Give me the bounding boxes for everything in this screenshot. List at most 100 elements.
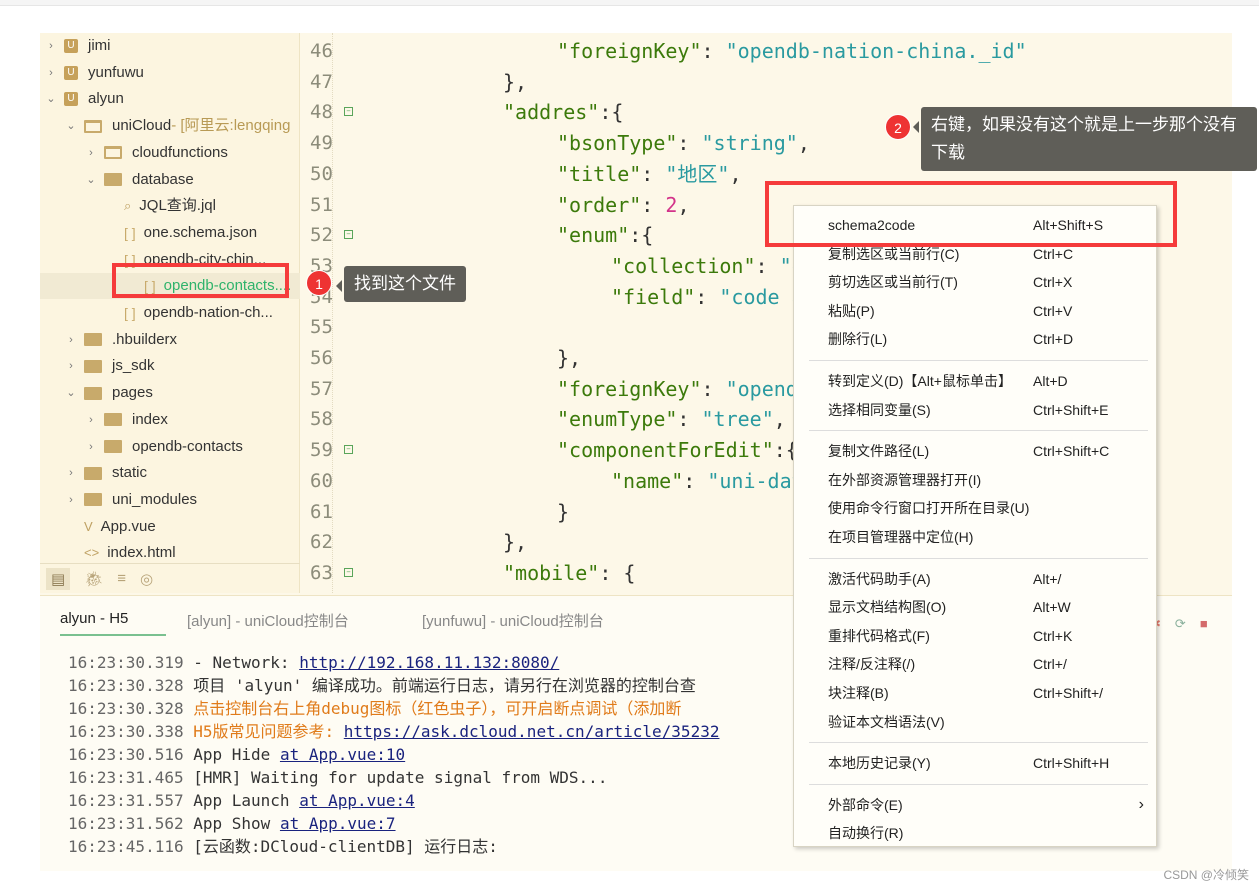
tree-item[interactable]: V App.vue xyxy=(64,514,156,540)
chevron-down-icon[interactable]: ⌄ xyxy=(64,380,78,406)
menu-item-shortcut: Ctrl+D xyxy=(1033,331,1074,348)
menu-item-label: 使用命令行窗口打开所在目录(U) xyxy=(828,500,1030,517)
tree-item[interactable]: › opendb-contacts xyxy=(84,434,243,460)
chevron-right-icon[interactable]: › xyxy=(44,60,58,86)
menu-item-shortcut: Ctrl+V xyxy=(1033,302,1073,319)
menu-item[interactable]: 外部命令(E) › xyxy=(794,791,1158,819)
tree-item[interactable]: › static xyxy=(64,460,147,486)
code-token: "order" xyxy=(557,192,642,217)
menu-item[interactable]: 粘贴(P) Ctrl+V xyxy=(794,297,1158,325)
log-line: 16:23:31.562 App Show at App.vue:7 xyxy=(68,812,396,835)
watermark: CSDN @冷倾笑 xyxy=(1163,868,1249,882)
menu-item[interactable]: 块注释(B) Ctrl+Shift+/ xyxy=(794,679,1158,707)
menu-item[interactable]: 在外部资源管理器打开(I) xyxy=(794,466,1158,494)
code-token: "foreignKey" xyxy=(557,376,702,401)
line-number: 59 xyxy=(310,439,333,462)
menu-item[interactable]: 在项目管理器中定位(H) xyxy=(794,523,1158,551)
menu-item-shortcut: Alt+W xyxy=(1033,599,1071,616)
chevron-right-icon[interactable]: › xyxy=(64,353,78,379)
menu-item[interactable]: 重排代码格式(F) Ctrl+K xyxy=(794,622,1158,650)
code-text: "mobile": { xyxy=(503,558,635,588)
chevron-down-icon[interactable]: ⌄ xyxy=(64,113,78,139)
menu-item[interactable]: 复制文件路径(L) Ctrl+Shift+C xyxy=(794,437,1158,465)
menu-item-label: 外部命令(E) xyxy=(828,796,903,813)
console-tab-alyun-unicloud[interactable]: [alyun] - uniCloud控制台 xyxy=(187,610,349,636)
tree-item[interactable]: › js_sdk xyxy=(64,353,154,379)
log-link[interactable]: http://192.168.11.132:8080/ xyxy=(299,653,559,672)
tree-item[interactable]: ⌕ JQL查询.jql xyxy=(104,193,216,219)
tree-item-label: opendb-nation-ch... xyxy=(143,304,273,321)
tree-item-label: App.vue xyxy=(100,517,156,535)
menu-item-label: 删除行(L) xyxy=(828,331,888,348)
code-token: "field" xyxy=(611,284,696,309)
log-timestamp: 16:23:31.465 xyxy=(68,768,184,787)
chevron-right-icon[interactable]: › xyxy=(84,140,98,166)
project-icon[interactable]: ▤ xyxy=(46,567,71,590)
fold-toggle-icon[interactable]: − xyxy=(344,445,353,455)
menu-item[interactable]: 转到定义(D)【Alt+鼠标单击】 Alt+D xyxy=(794,367,1158,395)
console-tab-alyun-h5[interactable]: alyun - H5 xyxy=(60,610,166,636)
json-file-icon: [ ] xyxy=(124,224,136,241)
log-text: H5版常见问题参考: xyxy=(193,722,344,741)
line-number: 61 xyxy=(310,500,333,523)
tree-item[interactable]: › cloudfunctions xyxy=(84,140,228,166)
tree-item[interactable]: [ ] one.schema.json xyxy=(104,220,257,246)
chevron-down-icon[interactable]: ⌄ xyxy=(44,86,58,112)
tree-item[interactable]: ⌄ database xyxy=(84,167,193,193)
code-token: , xyxy=(677,192,690,217)
menu-separator xyxy=(809,783,1148,785)
menu-item[interactable]: 自动换行(R) xyxy=(794,819,1158,847)
chevron-right-icon[interactable]: › xyxy=(84,434,98,460)
menu-item[interactable]: 注释/反注释(/) Ctrl+/ xyxy=(794,650,1158,678)
code-text: "bsonType": "string", xyxy=(557,128,810,158)
stop-icon[interactable]: ■ xyxy=(1200,616,1208,632)
menu-item[interactable]: 验证本文档语法(V) xyxy=(794,708,1158,736)
console-tab-yunfuwu-unicloud[interactable]: [yunfuwu] - uniCloud控制台 xyxy=(422,610,604,636)
menu-item-label: 转到定义(D)【Alt+鼠标单击】 xyxy=(828,373,1012,389)
chevron-right-icon[interactable]: › xyxy=(64,460,78,486)
log-link[interactable]: https://ask.dcloud.net.cn/article/35232 xyxy=(344,722,720,741)
chevron-right-icon[interactable]: › xyxy=(64,327,78,353)
menu-item[interactable]: 删除行(L) Ctrl+D xyxy=(794,325,1158,353)
menu-item[interactable]: 选择相同变量(S) Ctrl+Shift+E xyxy=(794,396,1158,424)
chevron-right-icon[interactable]: › xyxy=(64,487,78,513)
web-icon[interactable]: ◎ xyxy=(140,570,153,588)
tree-item[interactable]: › .hbuilderx xyxy=(64,327,177,353)
chevron-down-icon[interactable]: ⌄ xyxy=(84,167,98,193)
chevron-right-icon[interactable]: › xyxy=(84,407,98,433)
menu-item[interactable]: 本地历史记录(Y) Ctrl+Shift+H xyxy=(794,749,1158,777)
menu-item[interactable]: 使用命令行窗口打开所在目录(U) xyxy=(794,494,1158,522)
tree-item-label: .hbuilderx xyxy=(112,330,178,348)
menu-item[interactable]: 激活代码助手(A) Alt+/ xyxy=(794,565,1158,593)
menu-item[interactable]: 剪切选区或当前行(T) Ctrl+X xyxy=(794,268,1158,296)
line-number: 46 xyxy=(310,40,333,62)
menu-item-label: 在项目管理器中定位(H) xyxy=(828,529,974,545)
tree-item[interactable]: ⌄ Ualyun xyxy=(44,86,123,112)
chevron-right-icon[interactable]: › xyxy=(44,33,58,59)
annotation-tooltip-1: 找到这个文件 xyxy=(336,266,466,302)
tree-item[interactable]: › index xyxy=(84,407,168,433)
menu-item[interactable]: 显示文档结构图(O) Alt+W xyxy=(794,593,1158,621)
tree-item[interactable]: › uni_modules xyxy=(64,487,197,513)
log-link[interactable]: at App.vue:10 xyxy=(280,745,405,764)
tree-item[interactable]: ⌄ pages xyxy=(64,380,152,406)
fold-toggle-icon[interactable]: − xyxy=(344,230,353,240)
code-token: : xyxy=(641,161,666,186)
vue-file-icon: V xyxy=(84,518,93,534)
restart-icon[interactable]: ⟳ xyxy=(1175,616,1186,632)
code-text: "name": "uni-data xyxy=(611,466,816,496)
line-number: 62 xyxy=(310,531,333,554)
tree-item[interactable]: › Ujimi xyxy=(44,33,110,59)
debug-icon[interactable]: 🐞︎ xyxy=(84,570,103,588)
menu-item-label: 选择相同变量(S) xyxy=(828,401,931,418)
fold-toggle-icon[interactable]: − xyxy=(344,107,353,117)
tree-item[interactable]: › Uyunfuwu xyxy=(44,60,144,86)
tree-item[interactable]: [ ] opendb-nation-ch... xyxy=(104,300,273,326)
log-link[interactable]: at App.vue:4 xyxy=(299,791,415,810)
log-timestamp: 16:23:31.557 xyxy=(68,791,184,810)
tree-item[interactable]: ⌄ uniCloud - [阿里云:lengqing xyxy=(64,113,290,139)
fold-toggle-icon[interactable]: − xyxy=(344,567,353,577)
log-timestamp: 16:23:30.516 xyxy=(68,745,184,764)
search-icon[interactable]: ≡ xyxy=(117,570,126,587)
log-link[interactable]: at App.vue:7 xyxy=(280,814,396,833)
